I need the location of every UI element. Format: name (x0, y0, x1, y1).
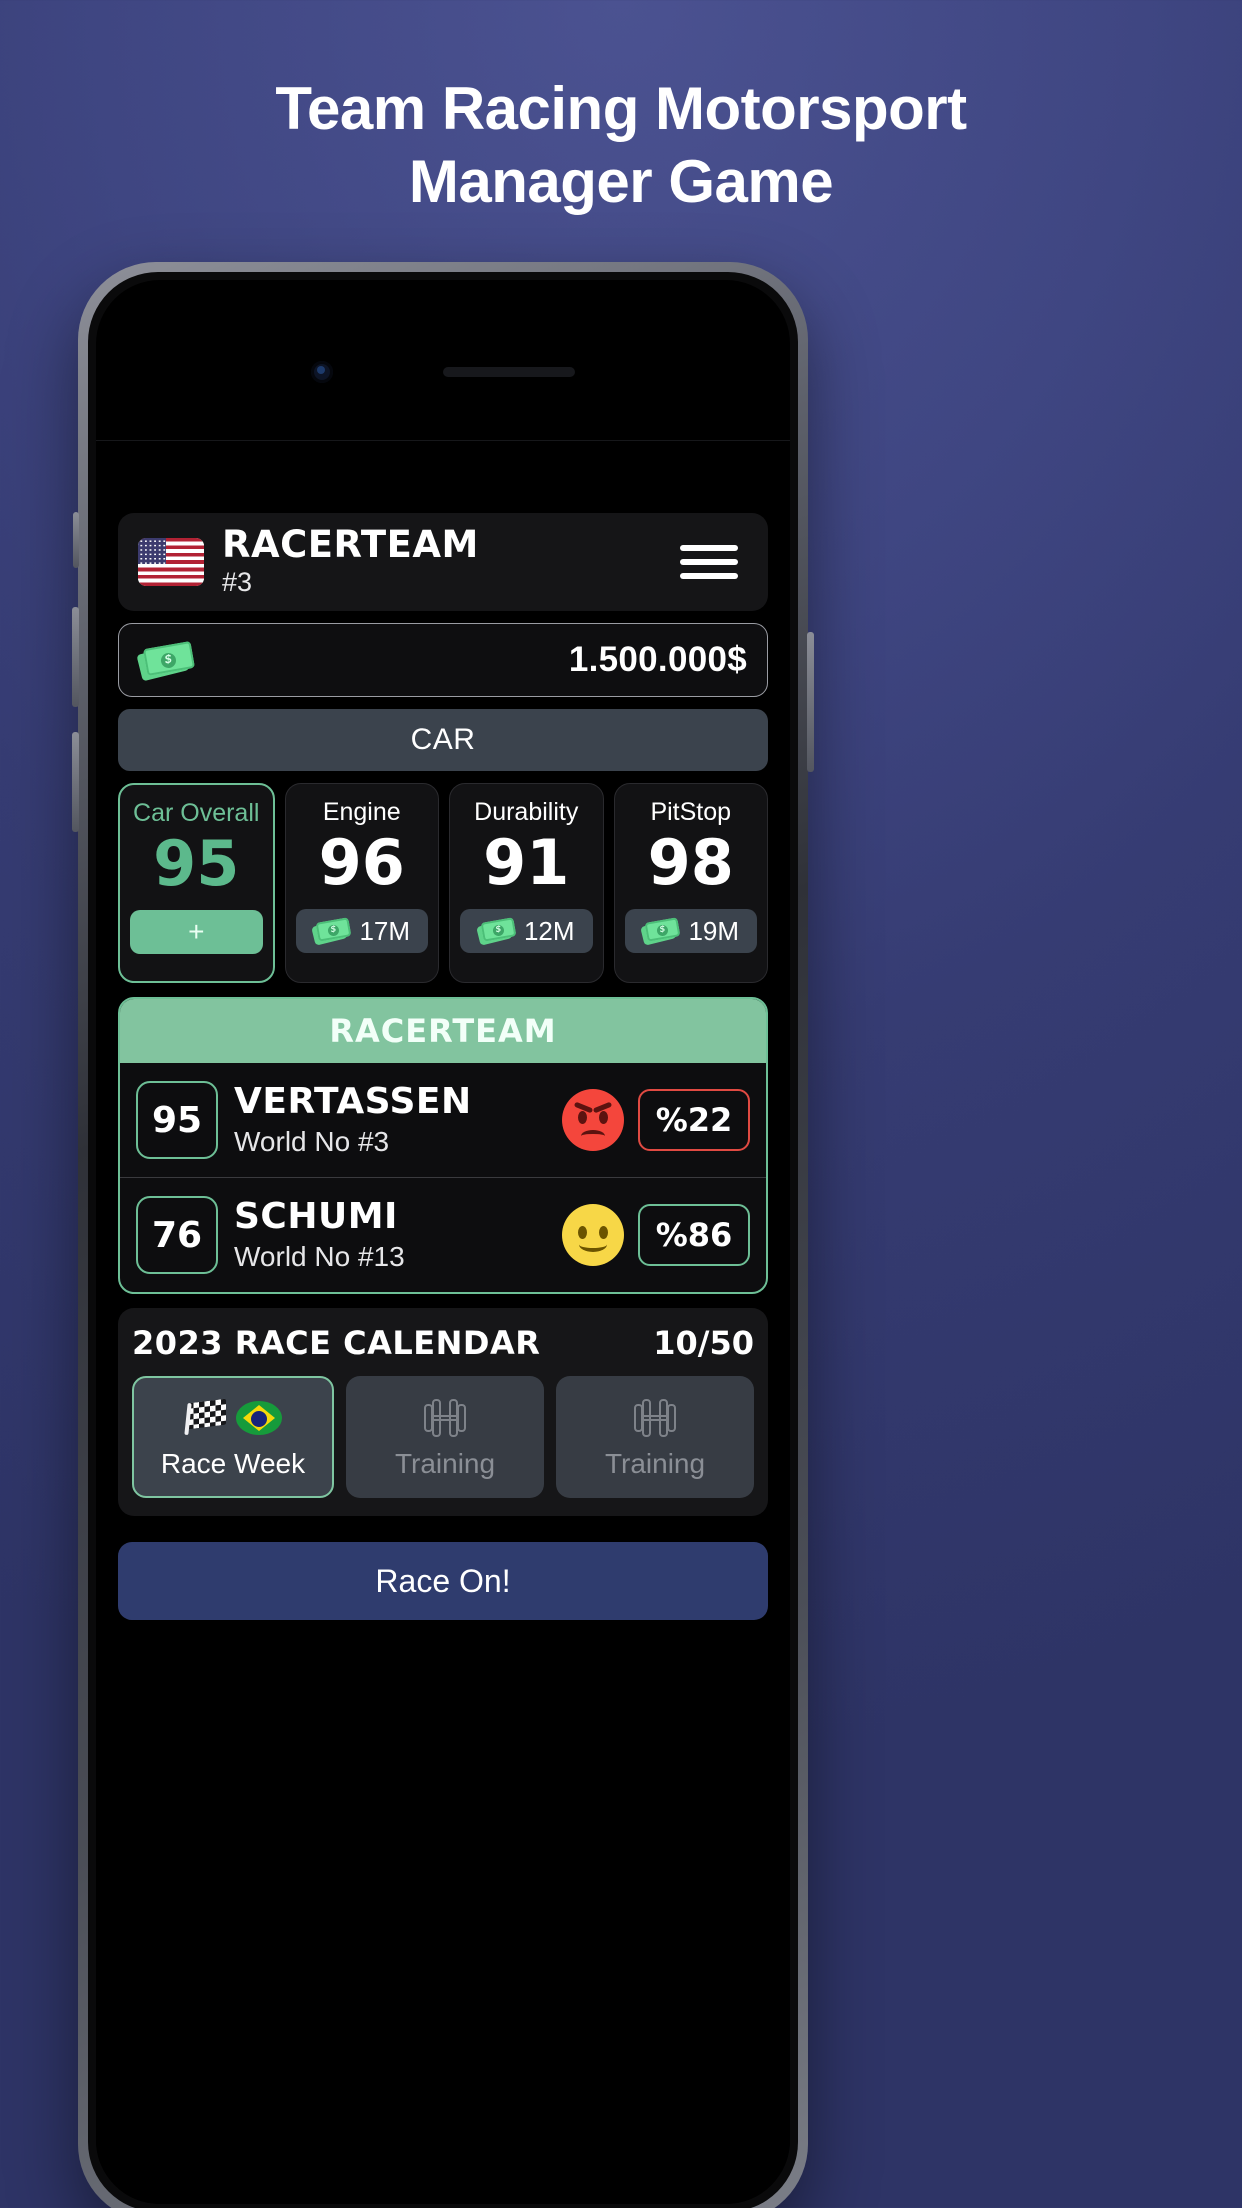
stat-value: 96 (318, 826, 405, 899)
upgrade-cost: 17M (359, 915, 411, 946)
driver-rating: 95 (136, 1081, 218, 1159)
upgrade-cost-pill[interactable]: 19M (624, 909, 757, 954)
stat-value: 98 (647, 826, 734, 899)
team-identity: RACERTEAM #3 (222, 523, 479, 598)
volume-down-button[interactable] (72, 732, 79, 832)
driver-row[interactable]: 95 VERTASSEN World No #3 %22 (120, 1063, 766, 1177)
calendar-week-training-1[interactable]: Training (346, 1376, 544, 1498)
driver-name: VERTASSEN (234, 1080, 472, 1122)
stat-card-pitstop[interactable]: PitStop 98 19M (613, 783, 768, 983)
us-flag-icon (138, 538, 204, 586)
stat-value: 95 (153, 827, 240, 900)
upgrade-cost-pill[interactable]: 17M (295, 909, 428, 954)
race-calendar-panel: 2023 RACE CALENDAR 10/50 Race Week Train… (118, 1308, 768, 1516)
brazil-flag-icon (236, 1401, 282, 1435)
stat-value: 91 (483, 826, 570, 899)
team-roster-panel: RACERTEAM 95 VERTASSEN World No #3 %22 7… (118, 997, 768, 1294)
upgrade-cost: 12M (523, 915, 575, 946)
dumbbell-icon (628, 1398, 682, 1438)
driver-info: VERTASSEN World No #3 (234, 1082, 472, 1158)
promo-headline-line-1: Team Racing Motorsport (275, 75, 967, 142)
driver-info: SCHUMI World No #13 (234, 1197, 405, 1273)
stat-label: PitStop (650, 798, 732, 826)
money-icon (136, 641, 195, 682)
driver-world-rank: World No #3 (234, 1125, 390, 1157)
money-bar: 1.500.000$ (118, 623, 768, 697)
calendar-weeks: Race Week Training Training (132, 1376, 754, 1498)
device-notch (96, 352, 790, 392)
driver-rating: 76 (136, 1196, 218, 1274)
team-name: RACERTEAM (222, 523, 479, 567)
upgrade-plus-button[interactable]: + (130, 910, 263, 955)
team-rank: #3 (222, 566, 253, 597)
promo-headline-line-2: Manager Game (408, 148, 834, 216)
driver-status: %22 (562, 1089, 750, 1151)
calendar-progress-count: 10/50 (653, 1324, 754, 1362)
stat-card-durability[interactable]: Durability 91 12M (449, 783, 604, 983)
mute-switch[interactable] (73, 512, 79, 568)
week-icons (628, 1394, 682, 1442)
money-amount: 1.500.000$ (568, 640, 747, 679)
driver-status: %86 (562, 1204, 750, 1266)
calendar-header: 2023 RACE CALENDAR 10/50 (132, 1324, 754, 1362)
stat-label: Engine (322, 798, 401, 826)
calendar-week-training-2[interactable]: Training (556, 1376, 754, 1498)
money-icon (640, 917, 681, 946)
upgrade-cost-pill[interactable]: 12M (460, 909, 593, 954)
stat-card-car-overall[interactable]: Car Overall 95 + (118, 783, 275, 983)
week-label: Race Week (160, 1448, 306, 1479)
game-app-viewport: RACERTEAM #3 1.500.000$ CAR (96, 440, 790, 2204)
driver-world-rank: World No #13 (234, 1240, 405, 1272)
tab-car[interactable]: CAR (118, 709, 768, 771)
slightly-smiling-face-icon (562, 1204, 624, 1266)
team-header-bar[interactable]: RACERTEAM #3 (118, 513, 768, 611)
driver-row[interactable]: 76 SCHUMI World No #13 %86 (120, 1177, 766, 1292)
checkered-flag-icon (184, 1398, 228, 1436)
driver-morale-badge: %22 (638, 1089, 750, 1151)
driver-name: SCHUMI (234, 1195, 398, 1237)
week-icons (184, 1394, 282, 1442)
upgrade-cost: 19M (688, 915, 740, 946)
phone-mockup: RACERTEAM #3 1.500.000$ CAR (72, 262, 814, 2208)
calendar-title: 2023 RACE CALENDAR (132, 1324, 541, 1362)
money-icon (476, 917, 517, 946)
hamburger-menu-icon[interactable] (670, 535, 748, 589)
week-icons (418, 1394, 472, 1442)
volume-up-button[interactable] (72, 607, 79, 707)
power-button[interactable] (807, 632, 814, 772)
earpiece-speaker (443, 367, 575, 377)
phone-bezel: RACERTEAM #3 1.500.000$ CAR (88, 272, 798, 2208)
driver-morale-badge: %86 (638, 1204, 750, 1266)
week-label: Training (604, 1448, 706, 1479)
phone-screen: RACERTEAM #3 1.500.000$ CAR (96, 280, 790, 2204)
calendar-week-race[interactable]: Race Week (132, 1376, 334, 1498)
roster-header: RACERTEAM (120, 999, 766, 1063)
angry-face-icon (562, 1089, 624, 1151)
promo-headline: Team Racing Motorsport Manager Game (0, 72, 1242, 218)
week-label: Training (394, 1448, 496, 1479)
race-on-button[interactable]: Race On! (118, 1542, 768, 1620)
money-icon (311, 917, 352, 946)
dumbbell-icon (418, 1398, 472, 1438)
car-stats-row: Car Overall 95 + Engine 96 17M Durabili (118, 783, 768, 983)
stat-card-engine[interactable]: Engine 96 17M (284, 783, 439, 983)
stat-label: Car Overall (133, 799, 260, 827)
front-camera-icon (311, 361, 333, 383)
stat-label: Durability (474, 798, 579, 826)
